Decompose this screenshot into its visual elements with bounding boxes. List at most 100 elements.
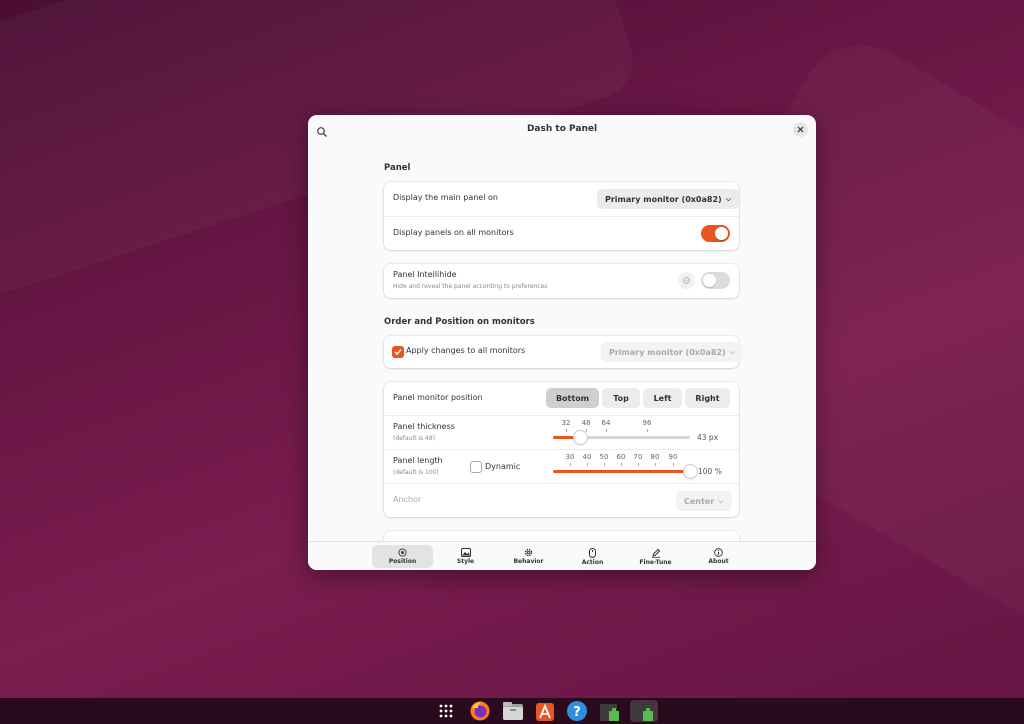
monitor-position-label: Panel monitor position: [393, 393, 483, 402]
thickness-mark: 48: [581, 419, 591, 427]
image-icon: [460, 548, 471, 557]
thickness-mark: 64: [601, 419, 611, 427]
order-monitor-value: Primary monitor (0x0a82): [609, 347, 726, 357]
search-icon[interactable]: [316, 123, 328, 137]
switch-knob: [715, 227, 728, 240]
nav-label: Style: [456, 558, 475, 565]
display-all-monitors-label: Display panels on all monitors: [393, 228, 514, 237]
length-value: 100 %: [698, 467, 722, 476]
chevron-down-icon: ⌵: [725, 194, 731, 203]
length-slider-fill: [553, 470, 690, 473]
info-icon: [714, 548, 723, 557]
app-grid-icon[interactable]: [435, 700, 457, 722]
files-icon[interactable]: [502, 700, 524, 722]
intellihide-label: Panel Intellihide: [393, 270, 457, 279]
length-mark: 30: [565, 453, 575, 461]
close-button[interactable]: [793, 122, 808, 137]
length-mark: 90: [668, 453, 678, 461]
tick: [621, 463, 622, 466]
tick: [586, 429, 587, 432]
nav-label: Fine-Tune: [639, 558, 672, 566]
nav-position[interactable]: Position: [372, 545, 433, 568]
gear-icon: [524, 548, 533, 557]
thickness-label: Panel thickness: [393, 422, 455, 431]
length-mark: 40: [582, 453, 592, 461]
intellihide-description: Hide and reveal the panel according to p…: [393, 283, 548, 290]
main-panel-monitor-value: Primary monitor (0x0a82): [605, 194, 722, 204]
position-left-button[interactable]: Left: [643, 388, 682, 408]
thickness-slider-thumb[interactable]: [574, 431, 587, 444]
display-all-monitors-switch[interactable]: [701, 225, 730, 242]
mouse-icon: [589, 547, 596, 558]
section-title-panel: Panel: [384, 163, 411, 173]
nav-style[interactable]: Style: [435, 545, 496, 568]
length-mark: 60: [616, 453, 626, 461]
anchor-dropdown[interactable]: Center ⌵: [676, 491, 732, 511]
nav-label: Action: [581, 558, 604, 566]
nav-label: Behavior: [513, 558, 544, 565]
app-center-icon[interactable]: [534, 700, 556, 722]
position-top-button[interactable]: Top: [602, 388, 640, 408]
anchor-label: Anchor: [393, 495, 422, 504]
apply-all-checkbox[interactable]: [392, 346, 404, 358]
intellihide-settings-button[interactable]: [678, 272, 695, 289]
extensions-icon[interactable]: [599, 700, 621, 722]
chevron-down-icon: ⌵: [718, 496, 724, 505]
pen-icon: [651, 548, 660, 558]
intellihide-card: Panel Intellihide Hide and reveal the pa…: [384, 264, 739, 298]
titlebar: Dash to Panel: [308, 115, 816, 143]
section-title-order: Order and Position on monitors: [384, 317, 535, 327]
dynamic-checkbox[interactable]: [470, 461, 482, 473]
display-main-panel-row: Display the main panel on Primary monito…: [384, 182, 739, 216]
display-all-monitors-row: Display panels on all monitors: [384, 216, 739, 250]
apply-all-card: Apply changes to all monitors Primary mo…: [384, 336, 743, 368]
tick: [673, 463, 674, 466]
length-label: Panel length: [393, 456, 443, 465]
position-bottom-button[interactable]: Bottom: [546, 388, 599, 408]
length-slider-thumb[interactable]: [684, 465, 697, 478]
close-icon: [797, 126, 804, 133]
anchor-value: Center: [684, 496, 715, 506]
length-default: (default is 100): [393, 469, 439, 476]
main-panel-monitor-dropdown[interactable]: Primary monitor (0x0a82) ⌵: [597, 189, 739, 209]
tick: [604, 463, 605, 466]
nav-label: About: [708, 558, 729, 565]
panel-card: Display the main panel on Primary monito…: [384, 182, 739, 250]
thickness-row: Panel thickness (default is 48) 32 48 64…: [384, 415, 739, 449]
thickness-mark: 32: [561, 419, 571, 427]
tick: [638, 463, 639, 466]
chevron-down-icon: ⌵: [729, 347, 735, 356]
content-area[interactable]: Panel Display the main panel on Primary …: [308, 143, 816, 541]
extensions-active-icon[interactable]: [630, 700, 658, 722]
intellihide-switch[interactable]: [701, 272, 730, 289]
display-main-panel-label: Display the main panel on: [393, 193, 498, 202]
length-mark: 80: [650, 453, 660, 461]
nav-behavior[interactable]: Behavior: [498, 545, 559, 568]
position-icon: [398, 548, 407, 557]
window-title: Dash to Panel: [526, 124, 598, 134]
anchor-row: Anchor Center ⌵: [384, 483, 739, 517]
svg-text:?: ?: [573, 705, 581, 720]
thickness-mark: 96: [642, 419, 652, 427]
switch-knob: [703, 274, 716, 287]
apply-all-label: Apply changes to all monitors: [406, 346, 526, 355]
firefox-icon[interactable]: [469, 700, 491, 722]
help-icon[interactable]: ?: [566, 700, 588, 722]
nav-label: Position: [388, 558, 417, 565]
tick: [587, 463, 588, 466]
tick: [647, 429, 648, 432]
preferences-window: Dash to Panel Panel Display the main pan…: [308, 115, 816, 570]
length-mark: 70: [633, 453, 643, 461]
nav-about[interactable]: About: [688, 545, 749, 568]
tick: [566, 429, 567, 432]
monitor-position-row: Panel monitor position Bottom Top Left R…: [384, 382, 739, 415]
order-monitor-dropdown[interactable]: Primary monitor (0x0a82) ⌵: [601, 342, 743, 362]
position-right-button[interactable]: Right: [685, 388, 730, 408]
thickness-value: 43 px: [697, 433, 719, 442]
thickness-default: (default is 48): [393, 435, 436, 442]
nav-action[interactable]: Action: [562, 545, 623, 568]
checkmark-icon: [394, 349, 402, 356]
nav-fine-tune[interactable]: Fine-Tune: [625, 545, 686, 568]
position-card: Panel monitor position Bottom Top Left R…: [384, 382, 739, 517]
bottom-navigation: Position Style Behavior Action Fine-Tune…: [308, 541, 816, 570]
